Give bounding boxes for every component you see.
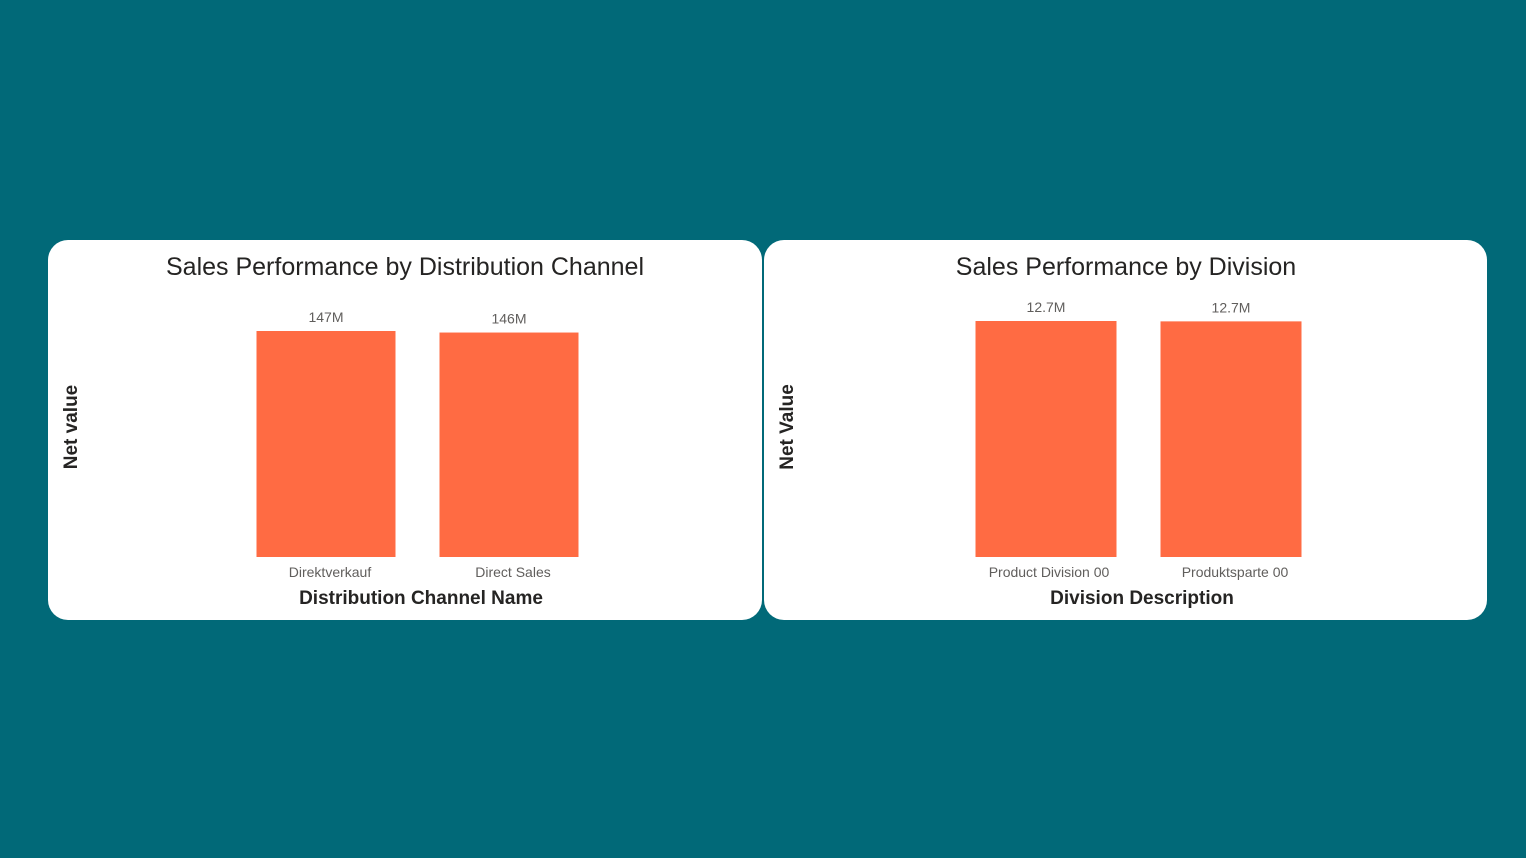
data-label-0: 147M	[308, 309, 343, 325]
bars-group: 147M Direktverkauf 146M Direct Sales	[256, 309, 579, 580]
data-label-1: 12.7M	[1212, 299, 1251, 315]
bar-1[interactable]	[439, 332, 579, 557]
x-axis-title: Distribution Channel Name	[299, 588, 543, 609]
x-tick-label-1: Direct Sales	[475, 564, 550, 580]
bar-1[interactable]	[1160, 321, 1302, 557]
bar-0[interactable]	[975, 321, 1117, 557]
distribution-channel-chart: Sales Performance by Distribution Channe…	[61, 253, 644, 609]
data-label-0: 12.7M	[1027, 299, 1066, 315]
x-tick-label-0: Direktverkauf	[289, 564, 372, 580]
y-axis-title: Net Value	[777, 384, 798, 470]
division-chart: Sales Performance by Division Net Value …	[777, 253, 1302, 609]
x-axis-title: Division Description	[1050, 588, 1234, 609]
x-tick-label-1: Produktsparte 00	[1182, 564, 1289, 580]
chart-title: Sales Performance by Division	[956, 253, 1296, 281]
division-chart-card: Sales Performance by Division Net Value …	[764, 240, 1487, 620]
distribution-channel-chart-card: Sales Performance by Distribution Channe…	[48, 240, 762, 620]
data-label-1: 146M	[491, 311, 526, 327]
y-axis-title: Net value	[61, 385, 82, 469]
bars-group: 12.7M Product Division 00 12.7M Produktspar…	[975, 299, 1302, 580]
bar-0[interactable]	[256, 331, 396, 557]
x-tick-label-0: Product Division 00	[989, 564, 1110, 580]
chart-title: Sales Performance by Distribution Channe…	[166, 253, 644, 281]
